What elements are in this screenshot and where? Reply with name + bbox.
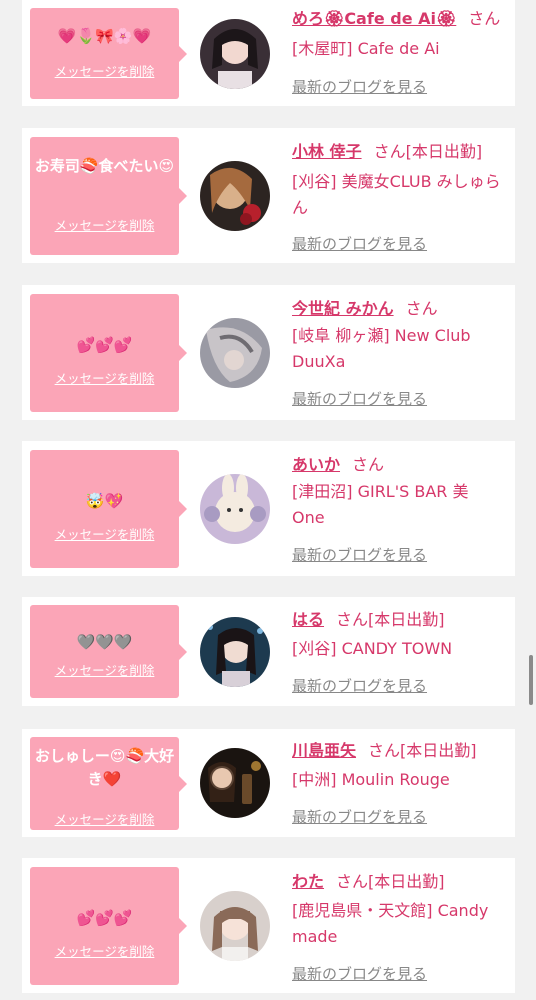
honorific: さん <box>373 142 406 161</box>
profile-card: お寿司🍣食べたい😍 メッセージを削除 小林 倖子 さん[本日出勤] [刈谷] 美魔… <box>22 128 515 263</box>
status-text: [本日出勤] <box>400 741 477 760</box>
message-text: 💕💕💕 <box>76 336 133 354</box>
message-bubble: 🤯💖 メッセージを削除 <box>30 450 187 568</box>
message-text: 💕💕💕 <box>76 909 133 927</box>
message-text: 💗🌷🎀🌸💗 <box>57 27 152 45</box>
profile-card: 🤯💖 メッセージを削除 あいか さん [津田沼] GIRL'S BAR 美One … <box>22 441 515 576</box>
avatar[interactable] <box>200 19 270 89</box>
honorific: さん <box>352 455 385 474</box>
status-text: [本日出勤] <box>368 610 445 629</box>
delete-message-link[interactable]: メッセージを削除 <box>30 368 179 387</box>
profile-card: 🩶🩶🩶 メッセージを削除 はる さん[本日出勤] [刈谷] CANDY TOWN … <box>22 597 515 706</box>
shop-name: [岐阜 柳ヶ瀬] New Club DuuXa <box>292 326 471 371</box>
shop-name: [津田沼] GIRL'S BAR 美One <box>292 482 469 527</box>
scrollbar-thumb[interactable] <box>529 655 533 705</box>
delete-message-link[interactable]: メッセージを削除 <box>30 524 179 543</box>
message-bubble: 💕💕💕 メッセージを削除 <box>30 867 187 985</box>
honorific: さん <box>368 741 401 760</box>
avatar[interactable] <box>200 161 270 231</box>
message-bubble: 🩶🩶🩶 メッセージを削除 <box>30 605 187 698</box>
delete-message-link[interactable]: メッセージを削除 <box>30 809 179 828</box>
blog-link[interactable]: 最新のブログを見る <box>292 388 427 409</box>
blog-link[interactable]: 最新のブログを見る <box>292 544 427 565</box>
honorific: さん <box>468 9 501 28</box>
message-text: 🩶🩶🩶 <box>76 633 133 651</box>
cast-name-link[interactable]: 小林 倖子 <box>292 142 362 161</box>
cast-name-link[interactable]: 川島亜矢 <box>292 741 356 760</box>
avatar[interactable] <box>200 891 270 961</box>
honorific: さん <box>336 610 369 629</box>
shop-name: [鹿児島県・天文館] Candy made <box>292 901 489 946</box>
message-text: お寿司🍣食べたい😍 <box>34 157 175 175</box>
avatar[interactable] <box>200 617 270 687</box>
name-line: 小林 倖子 さん[本日出勤] <box>292 139 507 165</box>
delete-message-link[interactable]: メッセージを削除 <box>30 61 179 80</box>
blog-link[interactable]: 最新のブログを見る <box>292 76 427 97</box>
name-line: めろ🏵Cafe de Ai🏵 さん <box>292 6 507 32</box>
status-text: [本日出勤] <box>368 872 445 891</box>
profile-card: 💕💕💕 メッセージを削除 今世紀 みかん さん [岐阜 柳ヶ瀬] New Club… <box>22 285 515 420</box>
name-line: わた さん[本日出勤] <box>292 869 507 895</box>
name-line: 今世紀 みかん さん <box>292 296 507 322</box>
shop-name: [刈谷] CANDY TOWN <box>292 639 453 658</box>
message-bubble: おしゅしー😍🍣大好き❤️ メッセージを削除 <box>30 737 187 830</box>
delete-message-link[interactable]: メッセージを削除 <box>30 215 179 234</box>
cast-name-link[interactable]: わた <box>292 872 324 891</box>
delete-message-link[interactable]: メッセージを削除 <box>30 660 179 679</box>
blog-link[interactable]: 最新のブログを見る <box>292 963 427 984</box>
message-text: おしゅしー😍🍣大好き❤️ <box>34 747 175 788</box>
avatar[interactable] <box>200 748 270 818</box>
cast-name-link[interactable]: 今世紀 みかん <box>292 299 394 318</box>
avatar[interactable] <box>200 318 270 388</box>
profile-card: 💗🌷🎀🌸💗 メッセージを削除 めろ🏵Cafe de Ai🏵 さん [木屋町] Ca… <box>22 0 515 106</box>
profile-card: 💕💕💕 メッセージを削除 わた さん[本日出勤] [鹿児島県・天文館] Candy… <box>22 858 515 993</box>
name-line: はる さん[本日出勤] <box>292 607 507 633</box>
honorific: さん <box>336 872 369 891</box>
message-text: 🤯💖 <box>85 492 124 510</box>
name-line: 川島亜矢 さん[本日出勤] <box>292 738 507 764</box>
message-bubble: 💕💕💕 メッセージを削除 <box>30 294 187 412</box>
blog-link[interactable]: 最新のブログを見る <box>292 806 427 827</box>
delete-message-link[interactable]: メッセージを削除 <box>30 941 179 960</box>
avatar[interactable] <box>200 474 270 544</box>
cast-name-link[interactable]: あいか <box>292 455 340 474</box>
message-bubble: 💗🌷🎀🌸💗 メッセージを削除 <box>30 8 187 99</box>
profile-card: おしゅしー😍🍣大好き❤️ メッセージを削除 川島亜矢 さん[本日出勤] [中洲] … <box>22 729 515 837</box>
cast-name-link[interactable]: めろ🏵Cafe de Ai🏵 <box>292 9 456 28</box>
message-bubble: お寿司🍣食べたい😍 メッセージを削除 <box>30 137 187 255</box>
cast-name-link[interactable]: はる <box>292 610 324 629</box>
honorific: さん <box>405 299 438 318</box>
blog-link[interactable]: 最新のブログを見る <box>292 675 427 696</box>
name-line: あいか さん <box>292 452 507 478</box>
blog-link[interactable]: 最新のブログを見る <box>292 233 427 254</box>
status-text: [本日出勤] <box>405 142 483 161</box>
shop-name: [木屋町] Cafe de Ai <box>292 39 440 58</box>
shop-name: [刈谷] 美魔女CLUB みしゅらん <box>292 172 501 217</box>
shop-name: [中洲] Moulin Rouge <box>292 770 450 789</box>
